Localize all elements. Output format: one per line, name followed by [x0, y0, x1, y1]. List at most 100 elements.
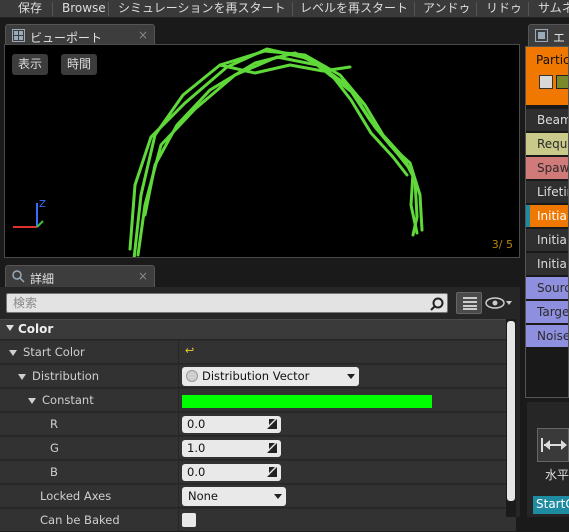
emitter-module[interactable]: Spawn [526, 157, 569, 180]
details-icon [12, 270, 25, 283]
fit-horizontal-icon [541, 438, 567, 452]
b-label: B [50, 465, 58, 479]
tab-emitters[interactable]: エ [528, 24, 569, 46]
curve-item-label: StartC [536, 497, 569, 511]
browse-button[interactable]: Browse [62, 0, 106, 18]
emitter-module[interactable]: Target [526, 301, 569, 324]
start-color-label: Start Color [23, 345, 85, 359]
list-view-icon [463, 297, 477, 310]
fit-horizontal-button[interactable] [537, 428, 569, 462]
emitter-module[interactable]: Source [526, 277, 568, 300]
emitter-module-label: Spawn [537, 161, 569, 175]
chevron-down-icon [274, 494, 282, 499]
close-icon[interactable]: × [138, 269, 148, 283]
column-divider [178, 461, 179, 484]
emitter-module[interactable]: Initial [526, 253, 568, 276]
column-divider [178, 437, 179, 460]
tab-viewport[interactable]: ビューポート × [5, 24, 155, 46]
constant-label: Constant [42, 393, 94, 407]
expand-icon [9, 349, 17, 356]
column-divider [178, 341, 179, 364]
property-row-locked-axes: Locked Axes None [0, 484, 516, 508]
b-value: 0.0 [187, 465, 206, 479]
search-icon [430, 297, 444, 311]
distribution-dropdown[interactable]: Distribution Vector Constant [182, 367, 359, 402]
emitter-header[interactable]: Partic [526, 47, 568, 105]
reset-to-default-icon[interactable]: ↩ [185, 344, 194, 357]
enable-checkbox[interactable] [539, 75, 553, 89]
save-button[interactable]: 保存 [18, 0, 42, 18]
emitter-module-label: Beam [537, 113, 569, 127]
toolbar-divider [108, 2, 109, 16]
property-row-r: R 0.0 [0, 412, 516, 436]
column-divider [178, 485, 179, 508]
can-be-baked-checkbox[interactable] [182, 513, 196, 527]
toolbar-divider [528, 2, 529, 16]
drag-handle-icon[interactable] [267, 443, 277, 453]
can-be-baked-label: Can be Baked [40, 513, 120, 527]
emitter-module-label: Target [537, 305, 569, 319]
search-input[interactable]: 検索 [6, 293, 448, 313]
property-row-distribution: Distribution Distribution Vector Constan… [0, 364, 516, 402]
r-value-field[interactable]: 0.0 [182, 416, 281, 433]
g-value-field[interactable]: 1.0 [182, 440, 281, 457]
locked-axes-dropdown[interactable]: None [182, 487, 286, 506]
view-options-button[interactable] [456, 292, 482, 314]
property-row-can-be-baked: Can be Baked [0, 508, 516, 532]
curve-editor-panel: 水平 StartC [527, 402, 569, 517]
solo-checkbox[interactable] [556, 75, 568, 89]
chevron-down-icon [347, 374, 355, 379]
color-swatch[interactable] [182, 395, 432, 408]
property-row-b: B 0.0 [0, 460, 516, 484]
expand-start-color[interactable]: Start Color [9, 345, 85, 359]
r-label: R [50, 417, 58, 431]
curve-item[interactable]: StartC [533, 496, 569, 514]
emitter-module-label: Source [537, 281, 568, 295]
close-icon[interactable]: × [138, 28, 148, 42]
details-panel: 検索 Color Start Color ↩ Distribution Dist… [0, 287, 520, 532]
drag-handle-icon[interactable] [267, 467, 277, 477]
visibility-eye-icon[interactable] [484, 295, 514, 311]
emitter-module-label: Requi [537, 137, 569, 151]
emitter-module[interactable]: Initial [526, 229, 569, 252]
selected-indicator [526, 205, 530, 227]
redo-button[interactable]: リドゥ [486, 0, 522, 18]
g-label: G [50, 441, 59, 455]
emitter-module[interactable]: Beam [526, 109, 569, 132]
tab-emitters-label: エ [553, 31, 566, 45]
restart-simulation-button[interactable]: シミュレーションを再スタート [118, 0, 286, 18]
details-scrollbar[interactable] [506, 319, 516, 517]
collapse-icon [6, 325, 14, 331]
emitter-module[interactable]: Initial [526, 205, 568, 228]
emitter-module[interactable]: Lifetim [526, 181, 568, 204]
column-divider [178, 509, 179, 532]
emitter-module[interactable]: Requi [526, 133, 569, 156]
expand-icon [18, 373, 26, 380]
axis-gizmo-icon: Z [13, 199, 46, 228]
expand-icon [28, 397, 36, 404]
emitter-list: Partic Beam Requi Spawn Lifetim Initial Initi… [525, 46, 569, 398]
expand-distribution[interactable]: Distribution [18, 369, 99, 383]
property-row-start-color: Start Color ↩ [0, 340, 516, 364]
emitter-module[interactable]: Noise [526, 325, 569, 348]
r-value: 0.0 [187, 417, 206, 431]
scrollbar-thumb[interactable] [507, 321, 515, 501]
emitter-module-label: Initial [537, 233, 569, 247]
beam-particle-render [128, 47, 424, 257]
b-value-field[interactable]: 0.0 [182, 464, 281, 481]
locked-axes-value: None [188, 489, 219, 503]
thumbnail-button[interactable]: サムネ [538, 0, 569, 18]
tab-details[interactable]: 詳細 × [5, 265, 155, 287]
expand-constant[interactable]: Constant [28, 393, 94, 407]
restart-level-button[interactable]: レベルを再スタート [300, 0, 408, 18]
category-color[interactable]: Color [0, 319, 516, 339]
column-divider [178, 365, 179, 388]
frame-counter: 3/ 5 [491, 238, 513, 251]
emitter-module-label: Lifetim [537, 185, 568, 199]
drag-handle-icon[interactable] [267, 419, 277, 429]
column-divider [178, 389, 179, 412]
undo-button[interactable]: アンドゥ [423, 0, 471, 18]
particle-viewport[interactable]: 表示 時間 Z 3/ 5 [4, 44, 520, 258]
emitter-module-label: Noise [537, 329, 569, 343]
distribution-label: Distribution [32, 369, 100, 383]
